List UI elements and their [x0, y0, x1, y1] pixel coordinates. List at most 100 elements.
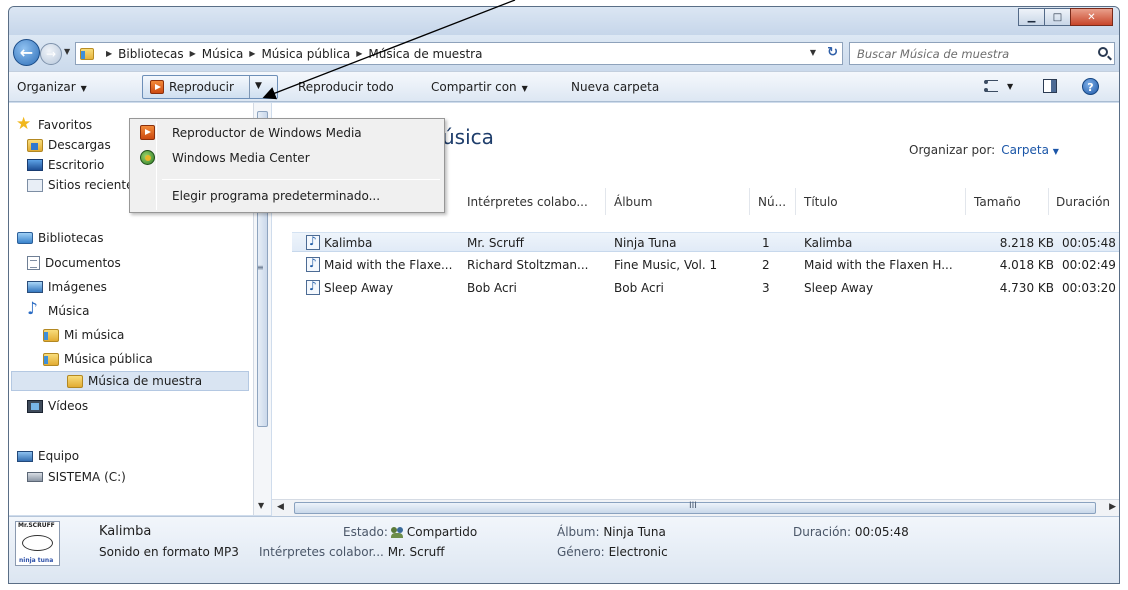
column-divider[interactable]: [605, 188, 606, 215]
play-dropdown-chevron-icon[interactable]: ▼: [255, 81, 262, 91]
cloud-illustration: [22, 535, 53, 551]
documents-icon: [27, 256, 40, 270]
details-file-type: Sonido en formato MP3: [99, 545, 239, 559]
audio-file-icon: [306, 279, 320, 295]
nav-images[interactable]: Imágenes: [27, 277, 107, 297]
nav-computer[interactable]: Equipo: [17, 446, 79, 466]
nav-system-drive[interactable]: SISTEMA (C:): [27, 467, 126, 487]
breadcrumb-bibliotecas[interactable]: Bibliotecas: [118, 47, 183, 61]
breadcrumb-separator-icon[interactable]: ▶: [356, 49, 362, 58]
details-duration-label: Duración:: [793, 525, 852, 539]
breadcrumb-musica[interactable]: Música: [202, 47, 244, 61]
column-header-album[interactable]: Álbum: [614, 195, 652, 209]
cell-number: 2: [762, 258, 770, 272]
forward-button[interactable]: →: [40, 43, 62, 65]
close-icon: ✕: [1087, 11, 1096, 23]
details-genre: Género: Electronic: [557, 545, 668, 559]
play-split-button[interactable]: Reproducir ▼: [142, 75, 278, 99]
menu-item-windows-media-center[interactable]: Windows Media Center: [132, 147, 442, 169]
nav-videos[interactable]: Vídeos: [27, 396, 88, 416]
folder-icon: [67, 374, 83, 388]
search-placeholder: Buscar Música de muestra: [857, 47, 1010, 61]
share-with-button[interactable]: Compartir con ▼: [431, 80, 528, 94]
change-view-icon[interactable]: [984, 80, 998, 92]
nav-desktop[interactable]: Escritorio: [27, 155, 104, 175]
forward-arrow-icon: →: [45, 47, 57, 61]
scroll-left-icon[interactable]: ◀: [277, 502, 284, 512]
refresh-icon[interactable]: ↻: [827, 45, 838, 60]
breadcrumb-musica-de-muestra[interactable]: Música de muestra: [368, 47, 482, 61]
cell-album: Fine Music, Vol. 1: [614, 258, 718, 272]
details-genre-label: Género:: [557, 545, 605, 559]
view-options-chevron-icon[interactable]: ▼: [1007, 82, 1013, 91]
recent-pages-dropdown[interactable]: ▼: [64, 47, 70, 56]
breadcrumb-separator-icon[interactable]: ▶: [249, 49, 255, 58]
scroll-down-icon[interactable]: ▼: [258, 501, 264, 510]
cell-album: Bob Acri: [614, 281, 664, 295]
column-header-number[interactable]: Nú...: [758, 195, 786, 209]
column-divider[interactable]: [1048, 188, 1049, 215]
table-row[interactable]: Sleep Away Bob Acri Bob Acri 3 Sleep Awa…: [292, 278, 1119, 298]
scrollbar-thumb[interactable]: III: [294, 501, 1096, 514]
details-album-value[interactable]: Ninja Tuna: [603, 525, 666, 539]
maximize-button[interactable]: □: [1044, 8, 1071, 26]
table-row[interactable]: Maid with the Flaxe... Richard Stoltzman…: [292, 255, 1119, 275]
nav-documents[interactable]: Documentos: [27, 253, 121, 273]
help-icon[interactable]: ?: [1082, 78, 1099, 95]
details-state-label: Estado:: [343, 525, 388, 539]
videos-icon: [27, 399, 43, 413]
nav-recent-places[interactable]: Sitios recientes: [27, 175, 140, 195]
column-header-duration[interactable]: Duración: [1056, 195, 1110, 209]
command-bar: Organizar ▼ Reproducir ▼ Reproducir todo …: [9, 71, 1119, 102]
column-header-title[interactable]: Título: [804, 195, 838, 209]
arrange-by-dropdown[interactable]: Carpeta ▼: [1001, 143, 1059, 157]
desktop-icon: [27, 159, 43, 171]
menu-item-windows-media-player[interactable]: Reproductor de Windows Media: [132, 122, 442, 144]
nav-music[interactable]: Música: [27, 299, 90, 321]
nav-downloads[interactable]: Descargas: [27, 135, 111, 155]
nav-my-music[interactable]: Mi música: [43, 325, 124, 345]
nav-system-drive-label: SISTEMA (C:): [48, 470, 126, 484]
library-title: úsica: [442, 125, 494, 149]
organize-button[interactable]: Organizar ▼: [17, 80, 87, 94]
minimize-button[interactable]: ▁: [1018, 8, 1045, 26]
column-divider[interactable]: [749, 188, 750, 215]
details-pane: Mr.SCRUFF ninja tuna Kalimba Sonido en f…: [9, 516, 1119, 583]
nav-favorites[interactable]: Favoritos: [16, 114, 92, 135]
nav-desktop-label: Escritorio: [48, 158, 105, 172]
column-header-size[interactable]: Tamaño: [974, 195, 1021, 209]
back-button[interactable]: ←: [13, 39, 40, 66]
play-all-button[interactable]: Reproducir todo: [298, 80, 394, 94]
menu-item-choose-default-program[interactable]: Elegir programa predeterminado...: [132, 185, 442, 207]
nav-libraries[interactable]: Bibliotecas: [17, 228, 103, 248]
details-artists-value[interactable]: Mr. Scruff: [388, 545, 445, 559]
table-row[interactable]: Kalimba Mr. Scruff Ninja Tuna 1 Kalimba …: [292, 232, 1119, 252]
breadcrumb-separator-icon[interactable]: ▶: [106, 49, 112, 58]
column-header-artists[interactable]: Intérpretes colabo...: [467, 195, 588, 209]
nav-public-music[interactable]: Música pública: [43, 349, 153, 369]
breadcrumb-musica-publica[interactable]: Música pública: [261, 47, 350, 61]
arrange-by: Organizar por: Carpeta ▼: [909, 143, 1059, 157]
windows-media-player-icon: [140, 125, 155, 140]
music-folder-icon: [43, 328, 59, 342]
maximize-icon: □: [1052, 11, 1063, 23]
nav-music-label: Música: [48, 304, 90, 318]
preview-pane-icon[interactable]: [1043, 79, 1057, 93]
nav-sample-music[interactable]: Música de muestra: [11, 371, 249, 391]
scroll-right-icon[interactable]: ▶: [1109, 502, 1116, 512]
cell-duration: 00:03:20: [1062, 281, 1116, 295]
details-genre-value[interactable]: Electronic: [609, 545, 668, 559]
column-divider[interactable]: [965, 188, 966, 215]
address-history-dropdown[interactable]: ▼: [810, 48, 816, 57]
new-folder-button[interactable]: Nueva carpeta: [571, 80, 659, 94]
close-button[interactable]: ✕: [1070, 8, 1113, 26]
music-folder-icon: [43, 352, 59, 366]
breadcrumb-separator-icon[interactable]: ▶: [190, 49, 196, 58]
horizontal-scrollbar[interactable]: ◀ III ▶: [272, 499, 1119, 516]
column-divider[interactable]: [795, 188, 796, 215]
search-input[interactable]: Buscar Música de muestra: [849, 42, 1115, 65]
address-row: ← → ▼ ▶ Bibliotecas ▶ Música ▶ Música pú…: [9, 35, 1119, 71]
details-state-value: Compartido: [406, 525, 478, 539]
search-icon[interactable]: [1098, 47, 1108, 57]
address-bar[interactable]: ▶ Bibliotecas ▶ Música ▶ Música pública …: [75, 42, 843, 65]
